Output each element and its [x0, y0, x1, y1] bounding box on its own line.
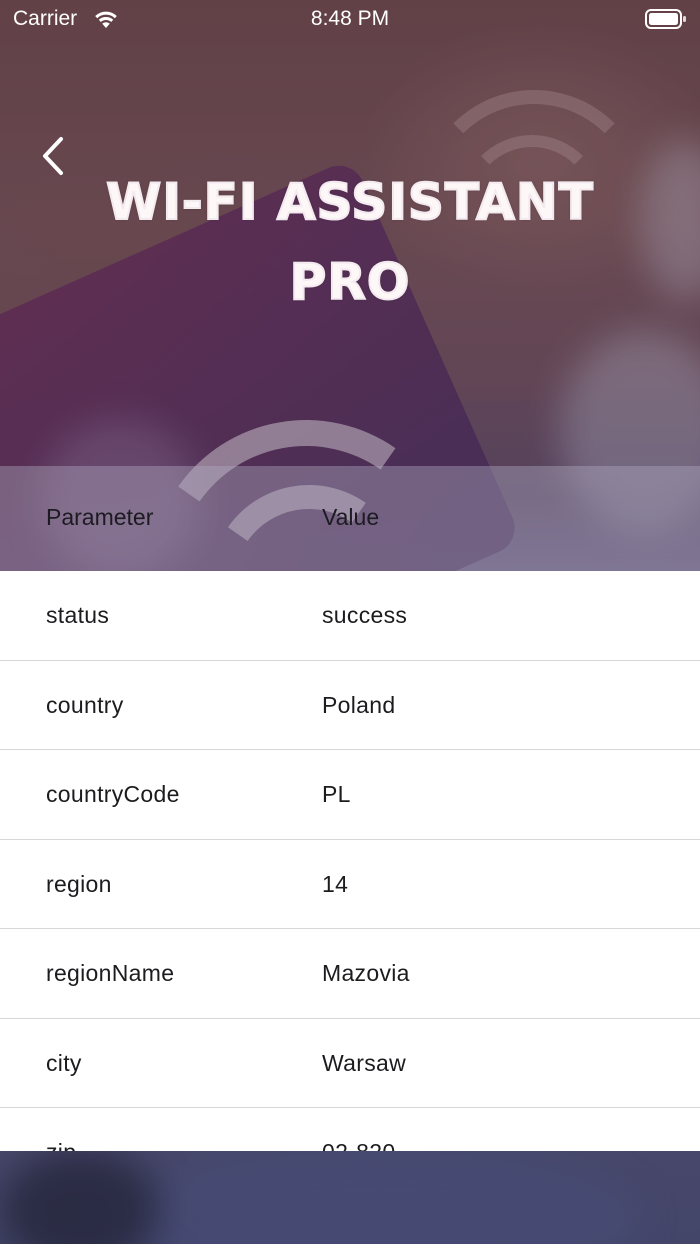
- table-row: status success: [0, 571, 700, 661]
- table-row: region 14: [0, 840, 700, 929]
- chevron-left-icon: [40, 136, 66, 181]
- table-header: Parameter Value: [0, 466, 700, 571]
- parameter-cell: zip: [46, 1139, 76, 1151]
- parameter-cell: status: [46, 602, 110, 628]
- value-cell: 02-820: [322, 1139, 395, 1151]
- value-cell: PL: [322, 781, 351, 807]
- table-row: regionName Mazovia: [0, 929, 700, 1019]
- value-cell: success: [322, 602, 408, 628]
- value-cell: Mazovia: [322, 960, 410, 986]
- column-header-value: Value: [322, 504, 380, 530]
- page-title: WI-FI ASSISTANT PRO: [105, 172, 594, 312]
- back-button[interactable]: [28, 130, 78, 186]
- parameter-cell: regionName: [46, 960, 175, 986]
- table-row: countryCode PL: [0, 750, 700, 840]
- parameter-cell: countryCode: [46, 781, 180, 807]
- battery-icon: [645, 9, 686, 29]
- parameters-table[interactable]: status success country Poland countryCod…: [0, 571, 700, 1151]
- status-bar: Carrier 8:48 PM: [0, 0, 700, 40]
- value-cell: Poland: [322, 691, 396, 718]
- parameter-cell: region: [46, 870, 112, 897]
- parameter-cell: city: [46, 1049, 82, 1076]
- column-header-parameter: Parameter: [46, 504, 154, 530]
- parameter-cell: country: [46, 691, 124, 718]
- table-row: zip 02-820: [0, 1108, 700, 1151]
- value-cell: Warsaw: [322, 1049, 407, 1076]
- value-cell: 14: [322, 870, 349, 897]
- table-row: country Poland: [0, 661, 700, 750]
- status-time: 8:48 PM: [310, 7, 390, 30]
- table-row: city Warsaw: [0, 1019, 700, 1108]
